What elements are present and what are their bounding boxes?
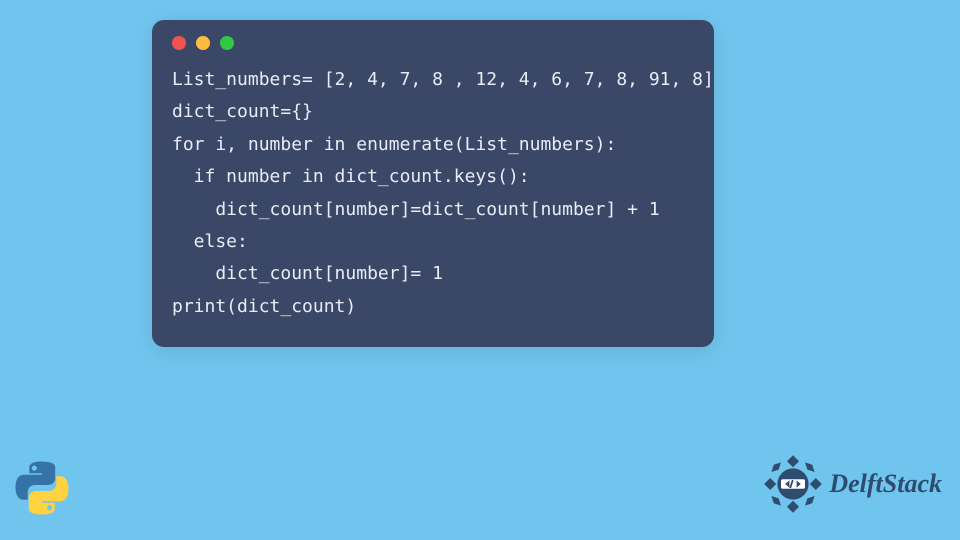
brand-name: DelftStack [829, 469, 942, 499]
code-line: if number in dict_count.keys(): [172, 166, 530, 187]
minimize-icon[interactable] [196, 36, 210, 50]
close-icon[interactable] [172, 36, 186, 50]
code-block: List_numbers= [2, 4, 7, 8 , 12, 4, 6, 7,… [152, 60, 714, 347]
window-titlebar [152, 20, 714, 60]
code-line: else: [172, 231, 248, 252]
code-line: for i, number in enumerate(List_numbers)… [172, 134, 616, 155]
code-line: dict_count[number]=dict_count[number] + … [172, 199, 660, 220]
python-icon [14, 460, 70, 516]
code-line: List_numbers= [2, 4, 7, 8 , 12, 4, 6, 7,… [172, 69, 714, 90]
brand: DelftStack [763, 454, 942, 514]
code-window: List_numbers= [2, 4, 7, 8 , 12, 4, 6, 7,… [152, 20, 714, 347]
maximize-icon[interactable] [220, 36, 234, 50]
code-line: dict_count={} [172, 101, 313, 122]
delftstack-icon [763, 454, 823, 514]
code-line: dict_count[number]= 1 [172, 263, 443, 284]
code-line: print(dict_count) [172, 296, 356, 317]
